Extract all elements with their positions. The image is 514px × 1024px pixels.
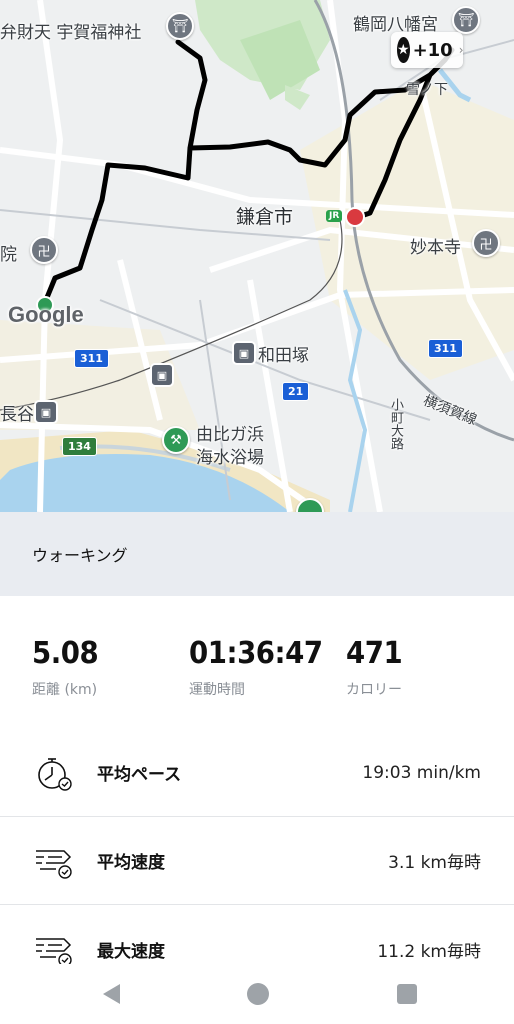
jr-icon: JR	[326, 210, 343, 222]
map-label-kamakura: 鎌倉市	[236, 206, 294, 228]
metric-value: 3.1 km毎時	[388, 853, 481, 873]
metric-value: 11.2 km毎時	[377, 941, 481, 962]
stat-distance: 5.08 距離 (km)	[32, 636, 104, 699]
station-icon[interactable]: ▣	[232, 341, 256, 365]
stat-duration: 01:36:47 運動時間	[189, 636, 334, 699]
map-label-benzaiten: 弁財天 宇賀福神社	[0, 23, 142, 43]
map-label-wadazuka: 和田塚	[258, 346, 309, 366]
stat-distance-value: 5.08	[32, 636, 99, 671]
metric-name: 平均速度	[97, 853, 165, 873]
bonus-text: +10	[412, 39, 453, 61]
stopwatch-icon	[38, 757, 72, 791]
road-shield-311: 311	[428, 339, 463, 358]
stat-duration-label: 運動時間	[189, 682, 245, 698]
metric-row-avg-speed[interactable]: 平均速度 3.1 km毎時	[0, 817, 514, 905]
road-shield-21: 21	[282, 382, 310, 401]
map-label-komachi: 小町大路	[388, 398, 403, 450]
map-label-hase: 長谷	[0, 405, 34, 425]
speed-icon	[36, 849, 72, 879]
station-icon[interactable]: ▣	[34, 400, 58, 424]
stat-calories-value: 471	[346, 636, 403, 671]
map-label-yuigahama-2: 海水浴場	[196, 448, 264, 468]
temple-icon[interactable]: 卍	[472, 229, 500, 257]
activity-type-bar: ウォーキング	[0, 512, 514, 596]
map-label-myohonji: 妙本寺	[410, 238, 461, 258]
route-map[interactable]: ⛩ ⛩ 卍 卍 ⚒ ▣ ▣ ▣ JR 311 311 21 134 弁財天 宇賀…	[0, 0, 514, 512]
home-icon[interactable]	[246, 982, 270, 1006]
star-icon: ★	[397, 37, 410, 63]
map-label-in: 院	[0, 245, 17, 265]
metric-row-avg-pace[interactable]: 平均ペース 19:03 min/km	[0, 729, 514, 817]
shrine-icon[interactable]: ⛩	[166, 12, 194, 40]
map-label-yuigahama-1: 由比ガ浜	[196, 425, 264, 445]
chevron-right-icon: ›	[458, 43, 464, 57]
road-shield-134: 134	[62, 437, 97, 456]
metric-name: 平均ペース	[97, 765, 182, 785]
beach-icon[interactable]: ⚒	[162, 426, 190, 454]
map-label-yukinoshita: 雪ノ下	[406, 82, 448, 98]
shrine-icon[interactable]: ⛩	[452, 6, 480, 34]
speed-icon	[36, 938, 72, 967]
back-icon[interactable]	[100, 982, 122, 1006]
station-icon[interactable]: ▣	[150, 363, 174, 387]
recents-icon[interactable]	[396, 983, 418, 1005]
stat-calories-label: カロリー	[346, 682, 402, 698]
metric-name: 最大速度	[97, 941, 165, 962]
stat-calories: 471 カロリー	[346, 636, 407, 699]
road-shield-311: 311	[74, 349, 109, 368]
system-nav-bar	[0, 964, 514, 1024]
metric-value: 19:03 min/km	[362, 762, 481, 783]
temple-icon[interactable]: 卍	[30, 236, 58, 264]
google-logo: Google	[8, 302, 84, 327]
activity-title: ウォーキング	[32, 546, 128, 565]
stat-duration-value: 01:36:47	[189, 636, 323, 671]
stat-distance-label: 距離 (km)	[32, 682, 98, 698]
bonus-badge[interactable]: ★ +10 ›	[391, 32, 464, 68]
